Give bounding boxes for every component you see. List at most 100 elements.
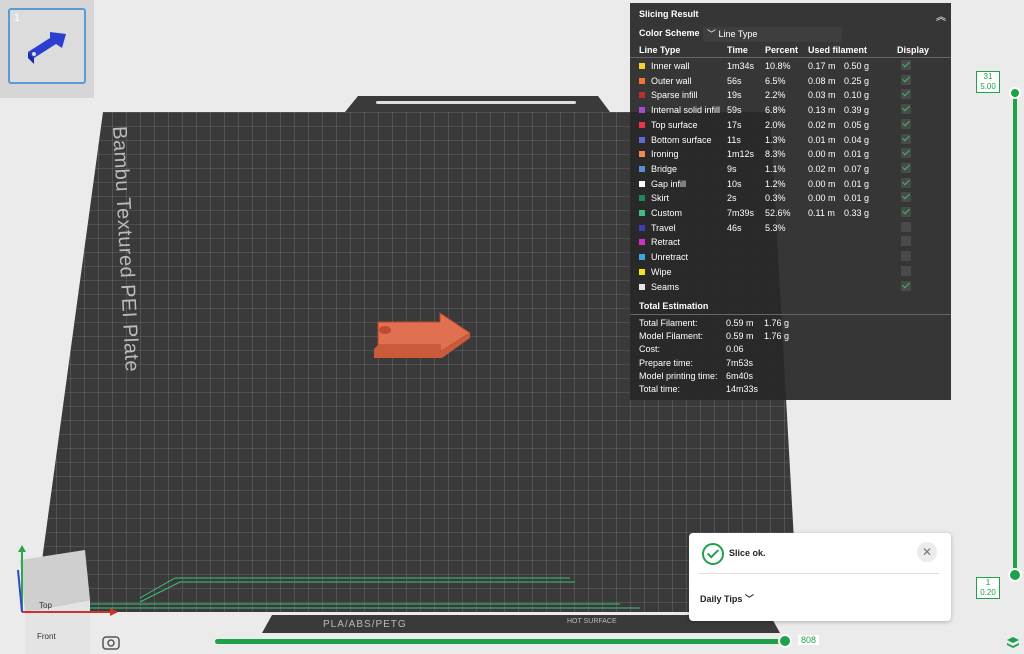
panel-title: Slicing Result (639, 9, 699, 19)
estimation-value-2: 1.76 g (764, 318, 790, 328)
display-checkbox[interactable] (901, 265, 911, 276)
header-display: Display (897, 45, 930, 55)
line-type-length: 0.17 m (808, 61, 836, 71)
display-checkbox[interactable] (901, 251, 911, 262)
color-swatch (639, 151, 645, 158)
estimation-value: 0.59 m (726, 318, 754, 328)
color-swatch (639, 63, 645, 69)
line-type-length: 0.00 m (808, 178, 836, 189)
line-type-length: 0.00 m (808, 149, 836, 160)
line-type-name: Outer wall (651, 75, 692, 86)
color-scheme-value: Line Type (718, 29, 758, 39)
line-type-name: Wipe (651, 266, 672, 277)
line-type-row: Seams (630, 280, 951, 295)
display-checkbox[interactable] (901, 74, 911, 85)
display-checkbox[interactable] (901, 207, 911, 217)
collapse-icon[interactable]: ︽ (936, 8, 946, 23)
line-type-name: Sparse infill (651, 90, 698, 101)
line-type-name: Internal solid infill (651, 105, 721, 116)
line-type-percent: 6.8% (765, 105, 786, 116)
view-cube-front-label[interactable]: Front (37, 632, 56, 641)
header-used-filament: Used filament (808, 45, 868, 55)
display-checkbox[interactable] (901, 192, 911, 203)
total-estimation-title: Total Estimation (639, 301, 709, 311)
line-type-weight: 0.01 g (844, 149, 870, 160)
line-type-row: Ironing 1m12s 8.3% 0.00 m 0.01 g (630, 148, 951, 162)
display-checkbox[interactable] (901, 148, 911, 159)
line-type-name: Top surface (651, 119, 698, 130)
estimation-label: Total Filament: (639, 318, 698, 328)
line-type-percent: 1.1% (765, 163, 786, 174)
color-swatch (639, 195, 645, 202)
line-type-weight: 0.25 g (844, 75, 870, 86)
line-type-weight: 0.50 g (844, 61, 870, 71)
line-type-name: Retract (651, 237, 681, 248)
line-type-time: 1m12s (727, 149, 755, 160)
layer-slider-bottom-handle[interactable] (1008, 568, 1022, 582)
line-type-length: 0.02 m (808, 119, 836, 130)
line-type-row: Travel 46s 5.3% (630, 221, 951, 236)
line-type-row: Bottom surface 11s 1.3% 0.01 m 0.04 g (630, 133, 951, 148)
color-scheme-select[interactable]: ﹀ Line Type (703, 27, 842, 42)
line-type-name: Seams (651, 281, 680, 292)
chevron-down-icon: ﹀ (707, 29, 719, 39)
display-checkbox[interactable] (901, 236, 911, 247)
plate-thumbnail-arrow-icon (28, 32, 66, 64)
line-type-name: Bottom surface (651, 134, 712, 145)
line-type-time: 1m34s (727, 61, 755, 71)
plate-thumbnail[interactable]: 1 (8, 8, 86, 84)
line-type-percent: 52.6% (765, 208, 791, 218)
line-type-row: Skirt 2s 0.3% 0.00 m 0.01 g (630, 192, 951, 206)
line-type-row: Wipe (630, 265, 951, 280)
color-swatch (639, 121, 645, 128)
layer-top-label: 31 5.00 (976, 71, 1000, 93)
line-type-weight: 0.10 g (844, 90, 870, 101)
line-type-row: Custom 7m39s 52.6% 0.11 m 0.33 g (630, 207, 951, 221)
display-checkbox[interactable] (901, 177, 911, 188)
color-swatch (639, 268, 645, 275)
display-checkbox[interactable] (901, 162, 911, 173)
screenshot-icon[interactable] (101, 635, 121, 651)
estimation-value: 7m53s (726, 357, 754, 368)
display-checkbox[interactable] (901, 280, 911, 291)
slice-status-text: Slice ok. (729, 548, 766, 558)
color-swatch (639, 224, 645, 231)
layer-slider-top-handle[interactable] (1009, 87, 1021, 99)
view-cube-top-label[interactable]: Top (39, 601, 52, 610)
line-type-length: 0.08 m (808, 75, 836, 86)
line-type-percent: 6.5% (765, 75, 786, 86)
display-checkbox[interactable] (901, 60, 911, 70)
layer-slider-track[interactable] (1013, 92, 1017, 575)
estimation-value: 14m33s (726, 384, 759, 394)
gcode-move-slider[interactable] (215, 639, 787, 644)
slicing-result-panel: Slicing Result ︽ Color Scheme ﹀ Line Typ… (630, 3, 951, 400)
line-type-weight: 0.05 g (844, 119, 870, 130)
line-type-name: Custom (651, 208, 683, 218)
display-checkbox[interactable] (901, 89, 911, 100)
color-swatch (639, 92, 645, 99)
line-type-row: Bridge 9s 1.1% 0.02 m 0.07 g (630, 162, 951, 177)
display-checkbox[interactable] (901, 118, 911, 129)
line-type-percent: 1.3% (765, 134, 786, 145)
line-type-time: 59s (727, 105, 742, 116)
estimation-value-2: 1.76 g (764, 331, 790, 342)
display-checkbox[interactable] (901, 221, 911, 232)
line-type-time: 7m39s (727, 208, 755, 218)
line-type-row: Unretract (630, 251, 951, 265)
color-swatch (639, 180, 645, 187)
line-type-row: Sparse infill 19s 2.2% 0.03 m 0.10 g (630, 89, 951, 103)
line-type-percent: 2.0% (765, 119, 786, 130)
estimation-label: Model Filament: (639, 331, 704, 342)
slice-notification: Slice ok. ✕ Daily Tips ﹀ (689, 533, 951, 621)
display-checkbox[interactable] (901, 133, 911, 144)
line-type-percent: 1.2% (765, 178, 786, 189)
header-percent: Percent (765, 45, 799, 55)
line-type-percent: 5.3% (765, 222, 786, 233)
color-swatch (639, 210, 645, 216)
layers-icon[interactable] (1006, 636, 1020, 650)
close-icon[interactable]: ✕ (917, 542, 937, 562)
daily-tips-toggle[interactable]: Daily Tips ﹀ (700, 592, 754, 605)
gcode-move-handle[interactable] (778, 634, 792, 648)
display-checkbox[interactable] (901, 104, 911, 115)
line-type-time: 17s (727, 119, 742, 130)
